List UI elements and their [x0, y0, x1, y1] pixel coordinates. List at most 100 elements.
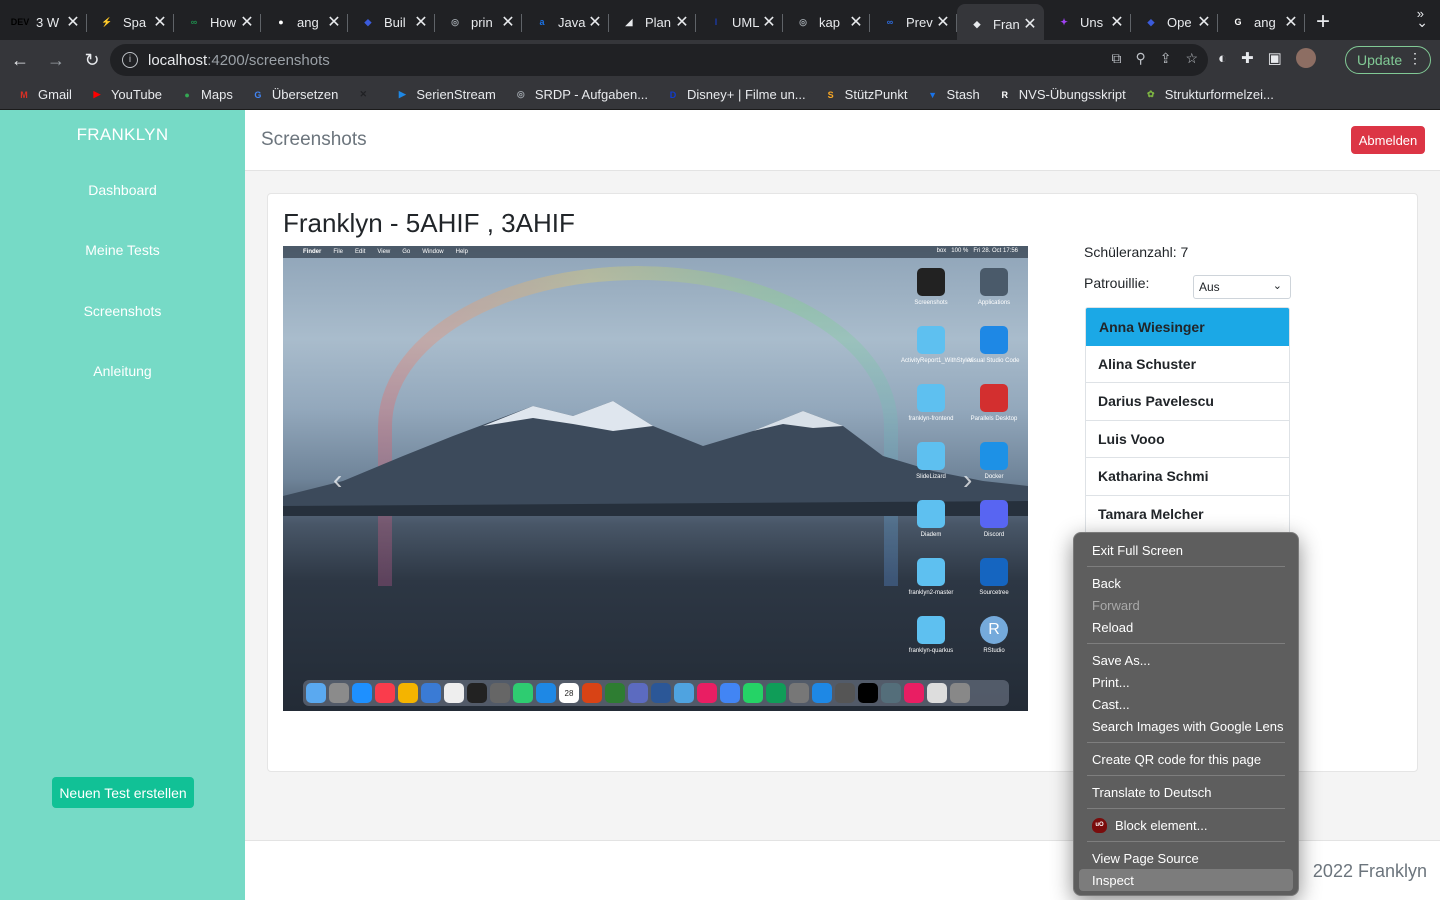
tab-13[interactable]: ◆ Ope ✕	[1131, 4, 1218, 40]
brand-logo[interactable]: FRANKLYN	[0, 125, 245, 145]
bookmark-item[interactable]: ● Maps	[179, 87, 233, 103]
tab-5[interactable]: ◎ prin ✕	[435, 4, 522, 40]
bookmarks-more-icon[interactable]: »	[1417, 6, 1424, 21]
dock-app-icon[interactable]	[421, 683, 441, 703]
dock-app-icon[interactable]	[398, 683, 418, 703]
dock-app-icon[interactable]	[674, 683, 694, 703]
bookmark-item[interactable]: ▼ Stash	[925, 87, 980, 103]
prev-slide-icon[interactable]: ‹	[333, 464, 342, 496]
menu-item-save-as[interactable]: Save As...	[1079, 649, 1293, 671]
tab-12[interactable]: ✦ Uns ✕	[1044, 4, 1131, 40]
folder-icon[interactable]: franklyn-quarkus	[901, 616, 961, 655]
folder-icon[interactable]: ActivityReport1_WithStyles	[901, 326, 973, 365]
vscode-icon[interactable]: Visual Studio Code	[964, 326, 1024, 365]
student-list-item[interactable]: Anna Wiesinger	[1086, 308, 1289, 346]
tab-14[interactable]: Gang ✕	[1218, 4, 1305, 40]
bookmark-item[interactable]: M Gmail	[16, 87, 72, 103]
bookmark-item[interactable]: ✕	[355, 87, 377, 103]
close-icon[interactable]: ✕	[239, 12, 255, 32]
sidebar-item-screenshots[interactable]: Screenshots	[0, 303, 245, 319]
bookmark-item[interactable]: S StützPunkt	[823, 87, 908, 103]
dock-app-icon[interactable]	[697, 683, 717, 703]
share-icon[interactable]: ⇪	[1160, 50, 1172, 67]
dock-app-icon[interactable]	[306, 683, 326, 703]
dock-app-icon[interactable]	[352, 683, 372, 703]
student-list-item[interactable]: Alina Schuster	[1086, 346, 1289, 383]
dock-app-icon[interactable]	[927, 683, 947, 703]
dock-app-icon[interactable]	[467, 683, 487, 703]
dock-app-icon[interactable]	[651, 683, 671, 703]
student-list-item[interactable]: Katharina Schmi	[1086, 458, 1289, 496]
sidebar-item-meine-tests[interactable]: Meine Tests	[0, 242, 245, 258]
menu-item-search-images-with-google-lens[interactable]: Search Images with Google Lens	[1079, 715, 1293, 737]
tab-9[interactable]: ◎ kap ✕	[783, 4, 870, 40]
menu-item-translate-to-deutsch[interactable]: Translate to Deutsch	[1079, 781, 1293, 803]
menu-item-block-element[interactable]: uO Block element...	[1079, 814, 1293, 836]
zoom-icon[interactable]: ⚲	[1135, 50, 1145, 67]
tab-1[interactable]: ⚡ Spa ✕	[87, 4, 174, 40]
student-list-item[interactable]: Luis Vooo	[1086, 421, 1289, 458]
dock-app-icon[interactable]	[881, 683, 901, 703]
bookmark-item[interactable]: ▶ YouTube	[89, 87, 162, 103]
student-screenshot[interactable]: Finder File Edit View Go Window Help box 100 %…	[283, 246, 1028, 711]
folder-icon[interactable]: franklyn-frontend	[901, 384, 961, 423]
screen-icon[interactable]: Screenshots	[901, 268, 961, 307]
parallels-icon[interactable]: Parallels Desktop	[964, 384, 1024, 423]
dock-app-icon[interactable]	[743, 683, 763, 703]
folder-icon[interactable]: SlideLizard	[901, 442, 961, 481]
menu-dots-icon[interactable]: ⋮	[1408, 50, 1422, 67]
site-info-icon[interactable]: i	[122, 52, 138, 68]
tab-10[interactable]: ∞ Prev ✕	[870, 4, 957, 40]
menu-item-reload[interactable]: Reload	[1079, 616, 1293, 638]
dock-app-icon[interactable]	[605, 683, 625, 703]
close-icon[interactable]: ✕	[1283, 12, 1299, 32]
dock-app-icon[interactable]	[444, 683, 464, 703]
close-icon[interactable]: ✕	[152, 12, 168, 32]
dock-app-icon[interactable]	[789, 683, 809, 703]
dock-app-icon[interactable]	[375, 683, 395, 703]
tab-3[interactable]: ● ang ✕	[261, 4, 348, 40]
sourcetree-icon[interactable]: Sourcetree	[964, 558, 1024, 597]
close-icon[interactable]: ✕	[500, 12, 516, 32]
close-icon[interactable]: ✕	[326, 12, 342, 32]
folder-icon[interactable]: Diadem	[901, 500, 961, 539]
close-icon[interactable]: ✕	[761, 12, 777, 32]
new-test-button[interactable]: Neuen Test erstellen	[52, 777, 194, 808]
bookmark-item[interactable]: D Disney+ | Filme un...	[665, 87, 806, 103]
student-list-item[interactable]: Darius Pavelescu	[1086, 383, 1289, 421]
tab-2[interactable]: ∞ How ✕	[174, 4, 261, 40]
rstudio-icon[interactable]: R RStudio	[964, 616, 1024, 655]
tab-6[interactable]: a Java ✕	[522, 4, 609, 40]
profile-avatar[interactable]	[1295, 48, 1316, 68]
new-tab-button[interactable]: +	[1305, 4, 1341, 40]
discord-icon[interactable]: Discord	[964, 500, 1024, 539]
reload-icon[interactable]: ↻	[76, 44, 108, 76]
close-icon[interactable]: ✕	[65, 12, 81, 32]
address-bar[interactable]: i localhost:4200/screenshots ⧉ ⚲ ⇪ ☆	[110, 44, 1208, 76]
menu-item-cast[interactable]: Cast...	[1079, 693, 1293, 715]
menu-item-forward[interactable]: Forward	[1079, 594, 1293, 616]
tab-8[interactable]: I UML ✕	[696, 4, 783, 40]
bookmark-star-icon[interactable]: ☆	[1185, 50, 1198, 67]
close-icon[interactable]: ✕	[587, 12, 603, 32]
tab-11[interactable]: ◆ Fran ✕	[957, 4, 1044, 44]
back-arrow-icon[interactable]: ←	[4, 44, 36, 76]
forward-arrow-icon[interactable]: →	[40, 44, 72, 76]
sidepanel-icon[interactable]: ▣	[1268, 49, 1282, 67]
dock-app-icon[interactable]	[513, 683, 533, 703]
dock-app-icon[interactable]	[835, 683, 855, 703]
patrol-select[interactable]: Aus ⌄	[1193, 275, 1291, 299]
dock-app-icon[interactable]: 28	[559, 683, 579, 703]
dock-app-icon[interactable]	[950, 683, 970, 703]
extension-icon[interactable]: ◐	[1218, 50, 1227, 67]
bookmark-item[interactable]: R NVS-Übungsskript	[997, 87, 1126, 103]
tab-4[interactable]: ◆ Buil ✕	[348, 4, 435, 40]
dock-app-icon[interactable]	[812, 683, 832, 703]
bookmark-item[interactable]: ✿ Strukturformelzei...	[1143, 87, 1274, 103]
puzzle-icon[interactable]: ✚	[1241, 49, 1254, 67]
dock-app-icon[interactable]	[536, 683, 556, 703]
menu-item-back[interactable]: Back	[1079, 572, 1293, 594]
translate-icon[interactable]: ⧉	[1111, 50, 1121, 67]
menu-item-view-page-source[interactable]: View Page Source	[1079, 847, 1293, 869]
tab-0[interactable]: DEV 3 W ✕	[0, 4, 87, 40]
